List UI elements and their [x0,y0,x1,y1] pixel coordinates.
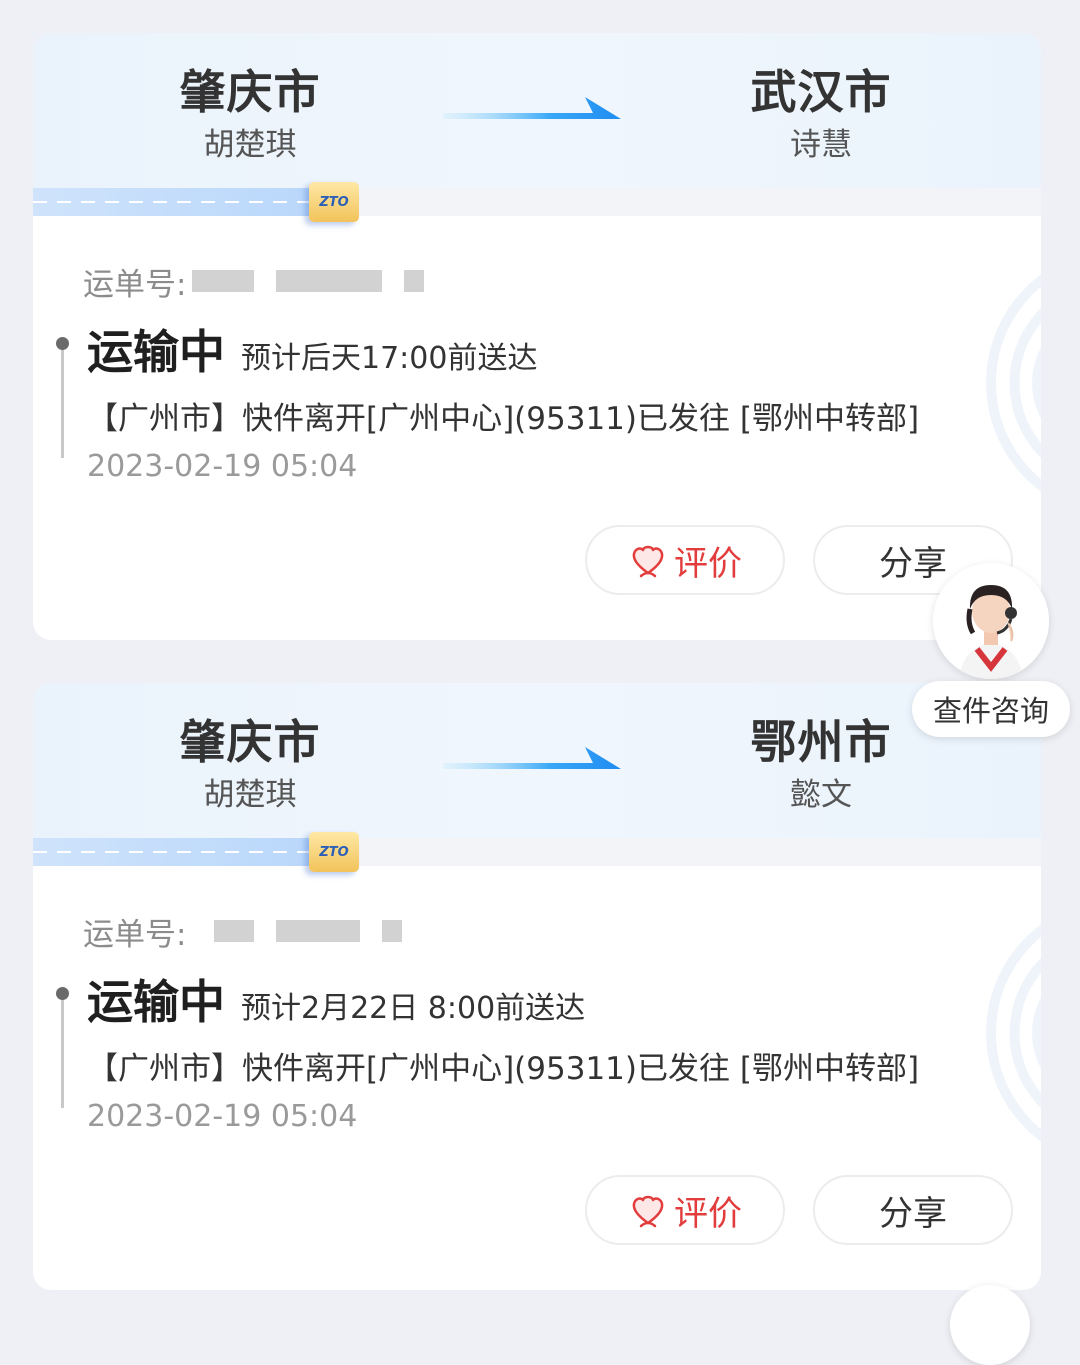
flower-heart-icon [632,545,664,578]
carrier-logo-icon: ZTO [309,182,359,222]
help-label[interactable]: 查件咨询 [912,681,1070,737]
route-arrow-icon [443,747,621,769]
waybill-label: 运单号: [83,266,187,303]
destination-city: 鄂州市 [750,715,892,769]
estimated-delivery: 预计2月22日 8:00前送达 [241,991,586,1026]
sender-name: 胡楚琪 [203,777,297,813]
decorative-stripes-icon [986,924,1041,1142]
latest-event-time: 2023-02-19 05:04 [87,449,358,484]
masked-digits [276,920,361,942]
shipment-status: 运输中 [87,975,225,1029]
timeline-dot [56,337,69,350]
destination: 武汉市 诗慧 [701,63,941,165]
status-row: 运输中 预计2月22日 8:00前送达 [87,973,585,1031]
destination-city: 武汉市 [750,65,892,119]
masked-digits [192,270,255,292]
destination: 鄂州市 懿文 [701,713,941,815]
share-label: 分享 [879,1193,947,1234]
tracking-help-widget[interactable]: 查件咨询 [912,563,1070,741]
masked-digits [276,270,383,292]
timeline-line [61,345,64,458]
flower-heart-icon [632,1195,664,1228]
masked-digits [214,920,255,942]
rate-button[interactable]: 评价 [585,525,785,595]
waybill-number: 运单号: [83,911,403,953]
estimated-delivery: 预计后天17:00前送达 [241,341,538,376]
shipment-card[interactable]: 肇庆市 胡楚琪 鄂州市 懿文 ZTO 运单号: 运输中 预计2月22日 8:00… [33,683,1041,1290]
origin-city: 肇庆市 [179,65,321,119]
progress-dashes [33,851,311,853]
sender-name: 胡楚琪 [203,127,297,163]
waybill-label: 运单号: [83,916,187,953]
route-header: 肇庆市 胡楚琪 鄂州市 懿文 [33,683,1041,838]
masked-digits [382,920,403,942]
transit-progress [33,838,1041,866]
share-button[interactable]: 分享 [813,1175,1013,1245]
customer-service-agent-icon[interactable] [933,563,1049,679]
latest-tracking-event: 【广州市】快件离开[广州中心](95311)已发往 [鄂州中转部] [87,401,920,437]
status-row: 运输中 预计后天17:00前送达 [87,323,537,381]
masked-digits [404,270,425,292]
progress-dashes [33,201,311,203]
recipient-name: 诗慧 [790,127,852,163]
route-arrow-icon [443,97,621,119]
route-header: 肇庆市 胡楚琪 武汉市 诗慧 [33,33,1041,188]
floating-action-partial[interactable] [950,1285,1030,1365]
latest-event-time: 2023-02-19 05:04 [87,1099,358,1134]
rate-label: 评价 [674,543,742,584]
origin: 肇庆市 胡楚琪 [130,713,370,815]
shipment-status: 运输中 [87,325,225,379]
timeline-dot [56,987,69,1000]
origin: 肇庆市 胡楚琪 [130,63,370,165]
origin-city: 肇庆市 [179,715,321,769]
latest-tracking-event: 【广州市】快件离开[广州中心](95311)已发往 [鄂州中转部] [87,1051,920,1087]
waybill-number: 运单号: [83,261,425,303]
transit-progress [33,188,1041,216]
rate-label: 评价 [674,1193,742,1234]
decorative-stripes-icon [986,274,1041,492]
carrier-logo-icon: ZTO [309,832,359,872]
timeline-line [61,995,64,1108]
rate-button[interactable]: 评价 [585,1175,785,1245]
shipment-card[interactable]: 肇庆市 胡楚琪 武汉市 诗慧 ZTO 运单号: 运输中 预计后天17:00前送达… [33,33,1041,640]
recipient-name: 懿文 [790,777,852,813]
